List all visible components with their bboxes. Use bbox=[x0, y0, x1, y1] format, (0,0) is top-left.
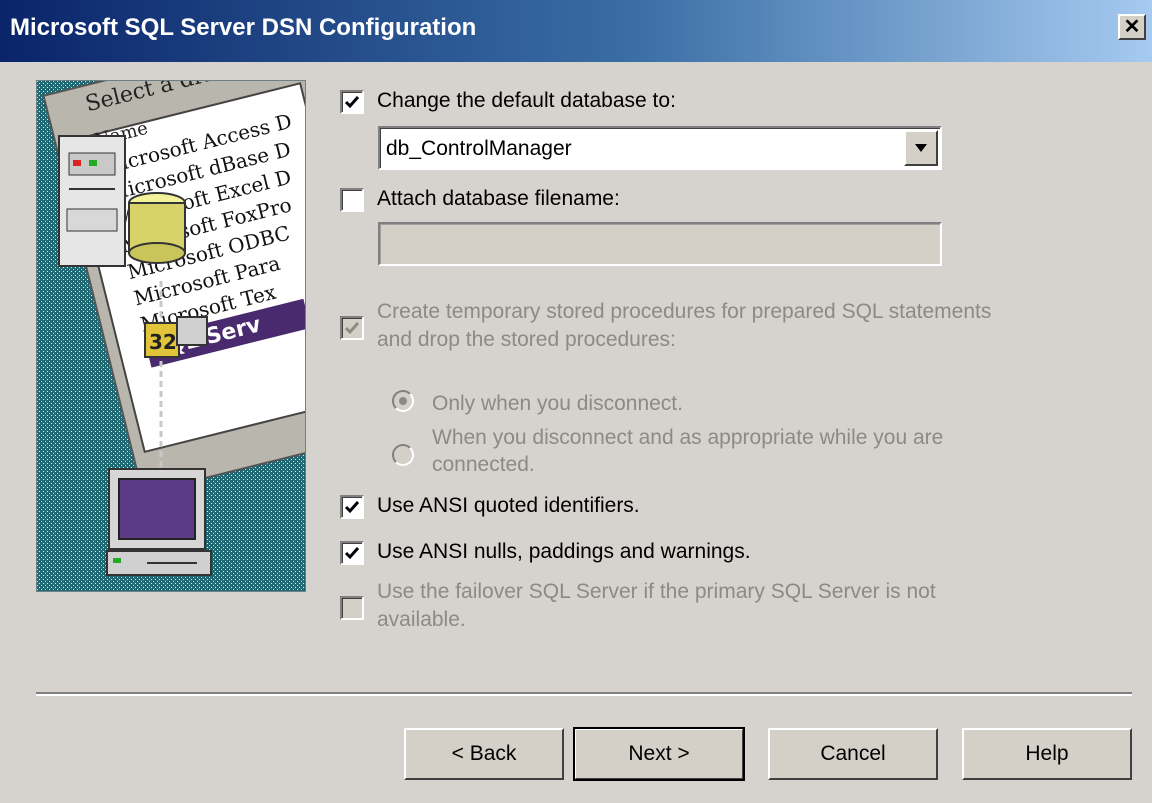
failover-label-line1: Use the failover SQL Server if the prima… bbox=[377, 580, 936, 603]
close-icon: ✕ bbox=[1123, 16, 1141, 38]
chevron-down-icon bbox=[915, 144, 927, 152]
cancel-button[interactable]: Cancel bbox=[768, 728, 938, 780]
default-database-combobox[interactable]: db_ControlManager bbox=[378, 126, 942, 170]
window-title: Microsoft SQL Server DSN Configuration bbox=[10, 14, 477, 41]
dsn-config-dialog: Microsoft SQL Server DSN Configuration ✕ bbox=[0, 0, 1152, 803]
radio-appropriate-label-line2: connected. bbox=[432, 453, 535, 476]
attach-db-checkbox[interactable] bbox=[340, 188, 364, 212]
checkmark-icon bbox=[344, 96, 360, 109]
failover-checkbox[interactable] bbox=[340, 596, 364, 620]
close-button[interactable]: ✕ bbox=[1118, 14, 1146, 40]
attach-db-label[interactable]: Attach database filename: bbox=[377, 187, 620, 211]
attach-db-filename-input[interactable] bbox=[378, 222, 942, 266]
title-bar[interactable]: Microsoft SQL Server DSN Configuration ✕ bbox=[0, 0, 1152, 62]
checkmark-icon bbox=[344, 501, 360, 514]
ansi-nulls-label[interactable]: Use ANSI nulls, paddings and warnings. bbox=[377, 540, 751, 564]
dropdown-button[interactable] bbox=[904, 130, 938, 166]
server-computer-icon: 32 bbox=[58, 135, 212, 576]
checkmark-icon bbox=[344, 322, 360, 335]
ansi-nulls-checkbox[interactable] bbox=[340, 541, 364, 565]
default-database-value: db_ControlManager bbox=[386, 137, 572, 160]
ansi-quoted-checkbox[interactable] bbox=[340, 495, 364, 519]
radio-appropriate[interactable] bbox=[392, 444, 414, 466]
temp-procs-label-line2: and drop the stored procedures: bbox=[377, 328, 676, 351]
radio-dot bbox=[399, 397, 407, 405]
failover-label-line2: available. bbox=[377, 608, 466, 631]
checkmark-icon bbox=[344, 547, 360, 560]
separator-line bbox=[36, 692, 1132, 696]
change-default-db-label[interactable]: Change the default database to: bbox=[377, 89, 676, 113]
radio-only-disconnect-label: Only when you disconnect. bbox=[432, 392, 683, 415]
badge-32: 32 bbox=[149, 330, 177, 354]
ansi-quoted-label[interactable]: Use ANSI quoted identifiers. bbox=[377, 494, 640, 518]
change-default-db-checkbox[interactable] bbox=[340, 90, 364, 114]
radio-only-disconnect[interactable] bbox=[392, 390, 414, 412]
wizard-illustration: Select a driver for Name Microsoft Acces… bbox=[36, 80, 306, 592]
temp-procs-checkbox[interactable] bbox=[340, 316, 364, 340]
radio-appropriate-label-line1: When you disconnect and as appropriate w… bbox=[432, 426, 944, 449]
temp-procs-label-line1: Create temporary stored procedures for p… bbox=[377, 300, 992, 323]
help-button[interactable]: Help bbox=[962, 728, 1132, 780]
next-button[interactable]: Next > bbox=[573, 727, 745, 781]
back-button[interactable]: < Back bbox=[404, 728, 564, 780]
